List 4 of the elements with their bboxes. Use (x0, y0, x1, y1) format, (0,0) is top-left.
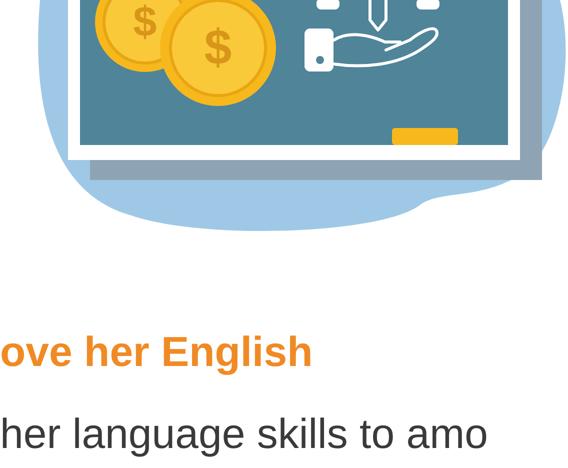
eraser-icon (392, 128, 458, 145)
body-text: her language skills to amo (0, 410, 489, 459)
coin-icon: $ (160, 0, 276, 106)
section-heading: ove her English (0, 328, 314, 376)
